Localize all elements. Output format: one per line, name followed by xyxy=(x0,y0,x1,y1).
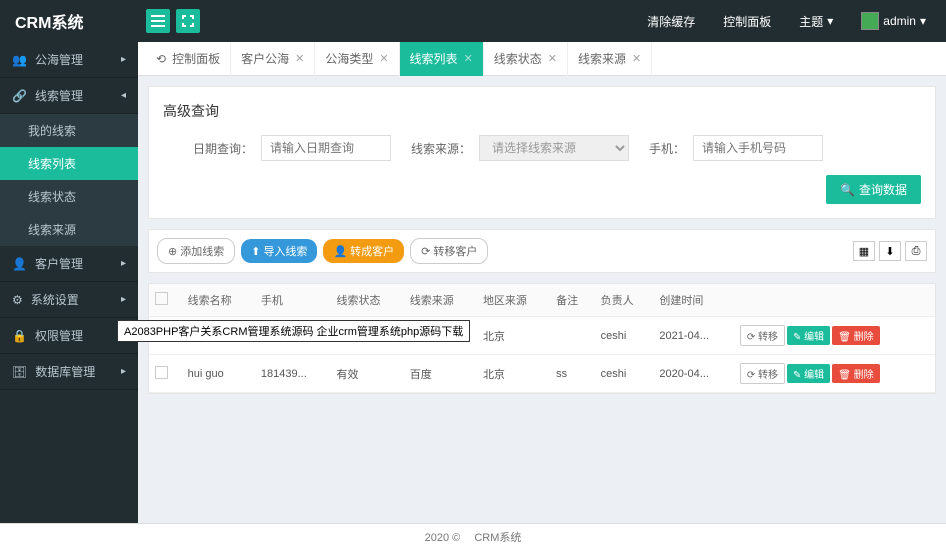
select-all-checkbox[interactable] xyxy=(155,292,168,305)
table-header: 地区来源 xyxy=(477,284,550,317)
row-transfer-button[interactable]: ⟳ 转移 xyxy=(740,363,785,384)
tab[interactable]: 公海类型✕ xyxy=(315,42,399,76)
table-header: 线索来源 xyxy=(404,284,477,317)
footer: 2020 © CRM系统 xyxy=(0,523,946,549)
chevron-icon: ▸ xyxy=(121,258,126,269)
table-header: 线索状态 xyxy=(331,284,404,317)
transfer-customer-button[interactable]: ⟳ 转移客户 xyxy=(410,238,488,264)
chevron-down-icon: ▾ xyxy=(920,14,926,28)
sidebar-subitem[interactable]: 线索状态 xyxy=(0,180,138,213)
close-icon[interactable]: ✕ xyxy=(548,52,557,65)
close-icon[interactable]: ✕ xyxy=(379,52,388,65)
add-lead-button[interactable]: ⊕ 添加线索 xyxy=(157,238,235,264)
menu-toggle-button[interactable] xyxy=(146,9,170,33)
phone-input[interactable] xyxy=(693,135,823,161)
clear-cache-link[interactable]: 清除缓存 xyxy=(647,13,695,30)
import-lead-button[interactable]: ⬆ 导入线索 xyxy=(241,239,317,263)
sidebar-item[interactable]: 👥公海管理▸ xyxy=(0,42,138,78)
query-button[interactable]: 🔍查询数据 xyxy=(826,175,921,204)
print-icon[interactable]: ⎙ xyxy=(905,241,927,261)
close-icon[interactable]: ✕ xyxy=(295,52,304,65)
header: CRM系统 清除缓存 控制面板 主题▾ admin▾ xyxy=(0,0,946,42)
menu-icon: 🔒 xyxy=(12,329,27,343)
table-row: hui guo181439...有效百度北京ssceshi2020-04...⟳… xyxy=(149,355,935,393)
row-transfer-button[interactable]: ⟳ 转移 xyxy=(740,325,785,346)
date-input[interactable] xyxy=(261,135,391,161)
sidebar: 👥公海管理▸🔗线索管理◂我的线索线索列表线索状态线索来源👤客户管理▸⚙系统设置▸… xyxy=(0,42,138,523)
sidebar-item[interactable]: 🔗线索管理◂ xyxy=(0,78,138,114)
menu-icon: ⚙ xyxy=(12,293,23,307)
query-panel: 高级查询 日期查询： 线索来源： 请选择线索来源 手机： 🔍查询数据 xyxy=(148,86,936,219)
menu-icon: 👥 xyxy=(12,53,27,67)
chevron-icon: ◂ xyxy=(121,90,126,101)
row-edit-button[interactable]: ✎ 编辑 xyxy=(787,364,830,383)
query-title: 高级查询 xyxy=(163,101,921,121)
fullscreen-button[interactable] xyxy=(176,9,200,33)
table-header: 负责人 xyxy=(595,284,654,317)
theme-dropdown[interactable]: 主题▾ xyxy=(799,13,833,30)
search-icon: 🔍 xyxy=(840,183,855,197)
app-logo: CRM系统 xyxy=(0,9,138,33)
table-header: 手机 xyxy=(255,284,331,317)
tab-bar: ⟲ 控制面板客户公海✕公海类型✕线索列表✕线索状态✕线索来源✕ xyxy=(138,42,946,76)
tab[interactable]: 客户公海✕ xyxy=(231,42,315,76)
date-label: 日期查询： xyxy=(193,140,253,157)
sidebar-item[interactable]: ⚙系统设置▸ xyxy=(0,282,138,318)
menu-icon: 👤 xyxy=(12,257,27,271)
tab[interactable]: 线索来源✕ xyxy=(568,42,652,76)
row-checkbox[interactable] xyxy=(155,366,168,379)
table-header: 线索名称 xyxy=(182,284,255,317)
chevron-icon: ▸ xyxy=(121,294,126,305)
row-delete-button[interactable]: 🗑 删除 xyxy=(832,326,879,345)
close-icon[interactable]: ✕ xyxy=(464,52,473,65)
chevron-icon: ▸ xyxy=(121,54,126,65)
sidebar-subitem[interactable]: 线索列表 xyxy=(0,147,138,180)
avatar-icon xyxy=(861,12,879,30)
table-header: 备注 xyxy=(550,284,594,317)
user-menu[interactable]: admin▾ xyxy=(861,12,926,30)
tab[interactable]: ⟲ 控制面板 xyxy=(146,42,231,76)
toolbar: ⊕ 添加线索 ⬆ 导入线索 👤 转成客户 ⟳ 转移客户 ▦ ⬇ ⎙ xyxy=(148,229,936,273)
table-header xyxy=(734,284,935,317)
source-label: 线索来源： xyxy=(411,140,471,157)
control-panel-link[interactable]: 控制面板 xyxy=(723,13,771,30)
row-edit-button[interactable]: ✎ 编辑 xyxy=(787,326,830,345)
menu-icon: 🔗 xyxy=(12,89,27,103)
chevron-icon: ▸ xyxy=(121,366,126,377)
sidebar-item[interactable]: 🗄数据库管理▸ xyxy=(0,354,138,390)
phone-label: 手机： xyxy=(649,140,685,157)
convert-customer-button[interactable]: 👤 转成客户 xyxy=(323,239,404,263)
tab[interactable]: 线索列表✕ xyxy=(400,42,484,76)
columns-icon[interactable]: ▦ xyxy=(853,241,875,261)
menu-icon: 🗄 xyxy=(12,365,27,379)
table-header: 创建时间 xyxy=(653,284,733,317)
row-delete-button[interactable]: 🗑 删除 xyxy=(832,364,879,383)
sidebar-subitem[interactable]: 我的线索 xyxy=(0,114,138,147)
export-icon[interactable]: ⬇ xyxy=(879,241,901,261)
close-icon[interactable]: ✕ xyxy=(632,52,641,65)
sidebar-item[interactable]: 👤客户管理▸ xyxy=(0,246,138,282)
tooltip: A2083PHP客户关系CRM管理系统源码 企业crm管理系统php源码下载 xyxy=(117,320,470,342)
tab[interactable]: 线索状态✕ xyxy=(484,42,568,76)
sidebar-subitem[interactable]: 线索来源 xyxy=(0,213,138,246)
chevron-down-icon: ▾ xyxy=(827,14,833,28)
source-select[interactable]: 请选择线索来源 xyxy=(479,135,629,161)
table-header xyxy=(149,284,182,317)
